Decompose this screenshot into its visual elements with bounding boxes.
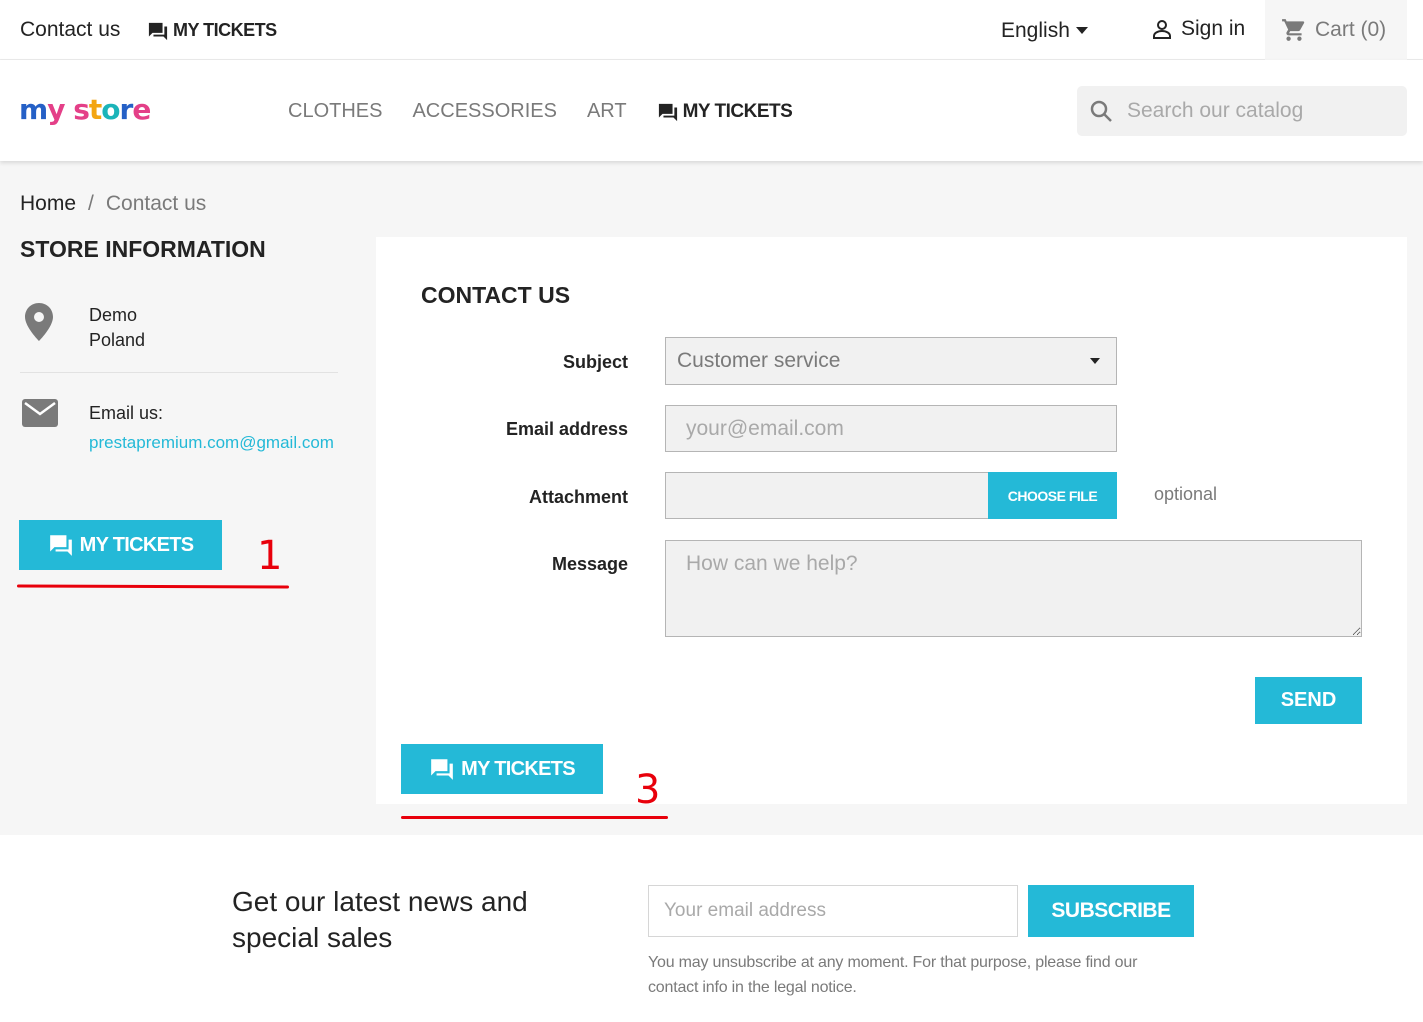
annotation-underline-1 bbox=[16, 584, 290, 589]
address-line-1: Demo bbox=[89, 305, 138, 325]
send-button[interactable]: SEND bbox=[1255, 677, 1362, 724]
nav-item-art[interactable]: ART bbox=[587, 100, 627, 123]
language-label: English bbox=[1001, 19, 1070, 42]
store-info-title: STORE INFORMATION bbox=[20, 236, 266, 262]
caret-down-icon bbox=[1090, 358, 1100, 364]
form-my-tickets-label: MY TICKETS bbox=[461, 757, 575, 780]
main-content: Home / Contact us STORE INFORMATION Demo… bbox=[0, 161, 1423, 835]
cart-icon bbox=[1282, 19, 1305, 41]
form-my-tickets-button[interactable]: MY TICKETS bbox=[401, 744, 603, 794]
nav-item-my-tickets[interactable]: MY TICKETS bbox=[657, 100, 793, 123]
choose-file-button[interactable]: CHOOSE FILE bbox=[988, 472, 1117, 519]
address-line-2: Poland bbox=[89, 330, 146, 350]
store-logo[interactable]: my store bbox=[19, 93, 151, 126]
nav-item-clothes[interactable]: CLOTHES bbox=[288, 100, 382, 123]
message-textarea[interactable] bbox=[665, 540, 1362, 637]
breadcrumb-separator: / bbox=[88, 192, 94, 215]
contact-form-card: CONTACT US Subject Customer service Emai… bbox=[376, 237, 1407, 804]
search-input[interactable] bbox=[1127, 99, 1377, 123]
divider bbox=[20, 372, 338, 373]
chat-icon bbox=[49, 535, 72, 556]
annotation-marker-3: 3 bbox=[635, 767, 661, 813]
subscribe-button[interactable]: SUBSCRIBE bbox=[1028, 885, 1194, 937]
top-my-tickets-link[interactable]: MY TICKETS bbox=[147, 20, 277, 41]
top-bar: Contact us MY TICKETS English Sign in Ca… bbox=[0, 0, 1423, 60]
language-selector[interactable]: English bbox=[1001, 19, 1088, 43]
email-field[interactable] bbox=[665, 405, 1117, 452]
main-header: my store CLOTHES ACCESSORIES ART MY TICK… bbox=[0, 60, 1423, 161]
newsletter-title: Get our latest news and special sales bbox=[232, 886, 528, 953]
subject-select[interactable]: Customer service bbox=[665, 337, 1117, 385]
envelope-icon bbox=[22, 399, 58, 427]
chat-icon bbox=[148, 22, 168, 40]
store-address: Demo Poland bbox=[89, 303, 145, 353]
location-pin-icon bbox=[25, 303, 53, 341]
sign-in-label: Sign in bbox=[1181, 17, 1246, 40]
chat-icon bbox=[431, 759, 453, 780]
nav-item-accessories[interactable]: ACCESSORIES bbox=[412, 100, 556, 123]
search-bar bbox=[1077, 86, 1407, 136]
annotation-underline-3 bbox=[401, 816, 668, 819]
attachment-file-field[interactable] bbox=[665, 472, 988, 519]
breadcrumb: Home / Contact us bbox=[20, 192, 206, 216]
sidebar-my-tickets-label: MY TICKETS bbox=[79, 533, 194, 556]
newsletter-email-input[interactable] bbox=[648, 885, 1018, 937]
breadcrumb-current: Contact us bbox=[105, 192, 207, 215]
optional-hint: optional bbox=[1154, 484, 1218, 504]
email-label: Email address bbox=[505, 419, 628, 439]
subject-value: Customer service bbox=[677, 349, 841, 372]
search-icon[interactable] bbox=[1089, 99, 1113, 123]
attachment-label: Attachment bbox=[528, 487, 628, 507]
message-label: Message bbox=[551, 554, 628, 574]
sidebar-my-tickets-button[interactable]: MY TICKETS bbox=[19, 520, 222, 570]
contact-us-link[interactable]: Contact us bbox=[20, 18, 120, 42]
newsletter-note: You may unsubscribe at any moment. For t… bbox=[648, 954, 1138, 996]
caret-down-icon bbox=[1075, 27, 1088, 34]
breadcrumb-home[interactable]: Home bbox=[20, 192, 76, 216]
store-email-link[interactable]: prestapremium.com@gmail.com bbox=[20, 429, 340, 456]
cart-label: Cart (0) bbox=[1315, 18, 1387, 41]
contact-form-title: CONTACT US bbox=[421, 282, 571, 308]
cart-link[interactable]: Cart (0) bbox=[1265, 0, 1407, 60]
subject-label: Subject bbox=[562, 352, 628, 372]
user-icon bbox=[1153, 20, 1171, 39]
nav-my-tickets-label: MY TICKETS bbox=[682, 100, 793, 122]
annotation-marker-1: 1 bbox=[257, 533, 283, 579]
main-nav: CLOTHES ACCESSORIES ART MY TICKETS bbox=[288, 100, 793, 123]
top-my-tickets-label: MY TICKETS bbox=[173, 20, 277, 40]
email-us-label: Email us: bbox=[89, 403, 164, 423]
sign-in-link[interactable]: Sign in bbox=[1150, 17, 1245, 41]
chat-icon bbox=[658, 103, 677, 121]
